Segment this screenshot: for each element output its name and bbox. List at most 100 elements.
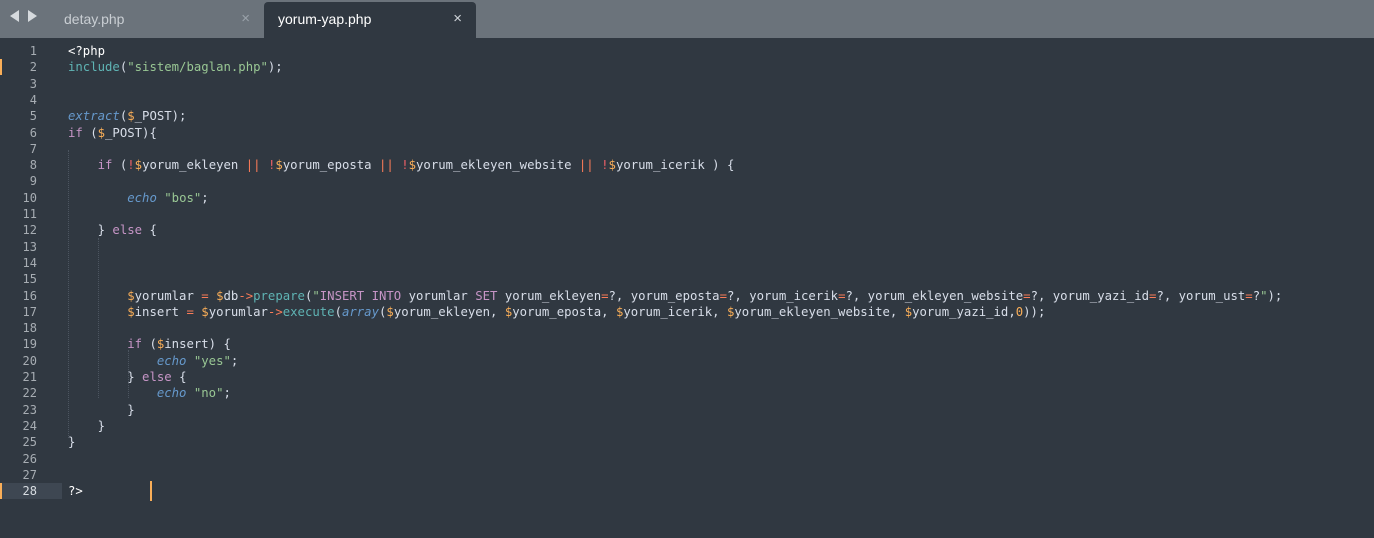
code-token: = xyxy=(719,289,727,303)
code-token: { xyxy=(142,223,157,237)
code-area[interactable]: <?php include("sistem/baglan.php"); extrac… xyxy=(68,38,1368,538)
code-token: extract xyxy=(68,109,120,123)
code-line[interactable]: if (!$yorum_ekleyen || !$yorum_eposta ||… xyxy=(68,157,735,173)
code-token: else xyxy=(112,223,143,237)
line-number: 13 xyxy=(0,239,62,255)
line-number-text: 13 xyxy=(22,240,37,254)
code-token: $ xyxy=(386,305,394,319)
code-token: $ xyxy=(608,158,616,172)
line-number: 22 xyxy=(0,385,62,401)
forward-arrow-icon[interactable] xyxy=(28,10,37,22)
code-token: $ xyxy=(127,289,135,303)
code-line[interactable]: $insert = $yorumlar->execute(array($yoru… xyxy=(68,304,1045,320)
code-token: ?, yorum_eposta xyxy=(608,289,720,303)
code-line[interactable]: echo "no"; xyxy=(68,385,231,401)
code-token: yorum_ekleyen_website xyxy=(416,158,579,172)
tab-label: detay.php xyxy=(64,11,125,27)
code-token: _POST){ xyxy=(105,126,157,140)
code-token: ?> xyxy=(68,484,83,498)
code-token: ! xyxy=(601,158,609,172)
code-line[interactable]: $yorumlar = $db->prepare("INSERT INTO yo… xyxy=(68,288,1282,304)
modified-line-marker xyxy=(0,483,2,499)
tab-detay-php[interactable]: detay.php × xyxy=(50,2,264,38)
code-line[interactable]: } else { xyxy=(68,222,157,238)
code-token: ! xyxy=(401,158,409,172)
code-token: yorum_ekleyen, xyxy=(393,305,505,319)
code-line[interactable]: } xyxy=(68,402,135,418)
code-editor[interactable]: 1 2 3 4 5 6 7 8 9 10 11 12 13 14 15 16 17 18 19 20 21 22 23 24 2… xyxy=(0,38,1374,538)
code-token: db xyxy=(223,289,239,303)
code-token: ( xyxy=(112,158,128,172)
code-token: ; xyxy=(201,191,209,205)
code-token: } xyxy=(68,435,76,449)
line-number-text: 5 xyxy=(29,109,37,123)
line-number-text: 26 xyxy=(22,452,37,466)
code-token: ( xyxy=(142,337,157,351)
line-number-text: 11 xyxy=(22,207,37,221)
line-number-text: 19 xyxy=(22,337,37,351)
close-icon[interactable]: × xyxy=(241,2,250,36)
code-line[interactable]: ?> xyxy=(68,483,83,499)
code-line[interactable]: } xyxy=(68,418,105,434)
line-number: 20 xyxy=(0,353,62,369)
back-arrow-icon[interactable] xyxy=(10,10,19,22)
code-token: } xyxy=(68,403,135,417)
code-token: $ xyxy=(201,305,209,319)
code-token: )); xyxy=(1023,305,1046,319)
code-token: yorum_icerik ) { xyxy=(615,158,735,172)
code-line[interactable]: echo "bos"; xyxy=(68,190,209,206)
code-token: yorumlar xyxy=(401,289,476,303)
code-line[interactable]: } else { xyxy=(68,369,186,385)
line-number-text: 8 xyxy=(29,158,37,172)
code-token: prepare xyxy=(253,289,305,303)
code-line[interactable]: <?php xyxy=(68,43,105,59)
code-line[interactable]: extract($_POST); xyxy=(68,108,186,124)
code-token: " xyxy=(1260,289,1268,303)
code-line[interactable]: if ($_POST){ xyxy=(68,125,157,141)
line-number: 8 xyxy=(0,157,62,173)
line-number-text: 25 xyxy=(22,435,37,449)
code-line[interactable]: echo "yes"; xyxy=(68,353,238,369)
line-number: 28 xyxy=(0,483,62,499)
code-line[interactable]: if ($insert) { xyxy=(68,336,231,352)
code-line[interactable]: } xyxy=(68,434,75,450)
code-token: yorum_eposta, xyxy=(512,305,616,319)
code-token: = xyxy=(601,289,609,303)
line-number-text: 22 xyxy=(22,386,37,400)
code-token: $ xyxy=(127,109,135,123)
line-number-text: 21 xyxy=(22,370,37,384)
line-number: 3 xyxy=(0,76,62,92)
code-token: $ xyxy=(275,158,283,172)
tab-bar: detay.php × yorum-yap.php × xyxy=(0,0,1374,38)
line-number: 4 xyxy=(0,92,62,108)
code-token: array xyxy=(341,305,379,319)
line-number: 1 xyxy=(0,43,62,59)
code-token: INSERT INTO xyxy=(319,289,402,303)
line-number: 5 xyxy=(0,108,62,124)
line-number: 14 xyxy=(0,255,62,271)
line-number: 18 xyxy=(0,320,62,336)
code-token: ( xyxy=(82,126,98,140)
line-number-text: 2 xyxy=(29,60,37,74)
code-line[interactable]: include("sistem/baglan.php"); xyxy=(68,59,283,75)
code-token: ?, yorum_ekleyen_website xyxy=(845,289,1024,303)
tab-yorum-yap-php[interactable]: yorum-yap.php × xyxy=(264,2,476,38)
close-icon[interactable]: × xyxy=(453,2,462,36)
line-number: 21 xyxy=(0,369,62,385)
code-token: yorum_yazi_id, xyxy=(912,305,1016,319)
line-number-text: 17 xyxy=(22,305,37,319)
code-token: "bos" xyxy=(164,191,202,205)
line-number: 9 xyxy=(0,173,62,189)
line-number-text: 10 xyxy=(22,191,37,205)
code-token: = xyxy=(1023,289,1031,303)
line-number: 26 xyxy=(0,451,62,467)
code-token: <?php xyxy=(68,44,106,58)
modified-line-marker xyxy=(0,59,2,75)
